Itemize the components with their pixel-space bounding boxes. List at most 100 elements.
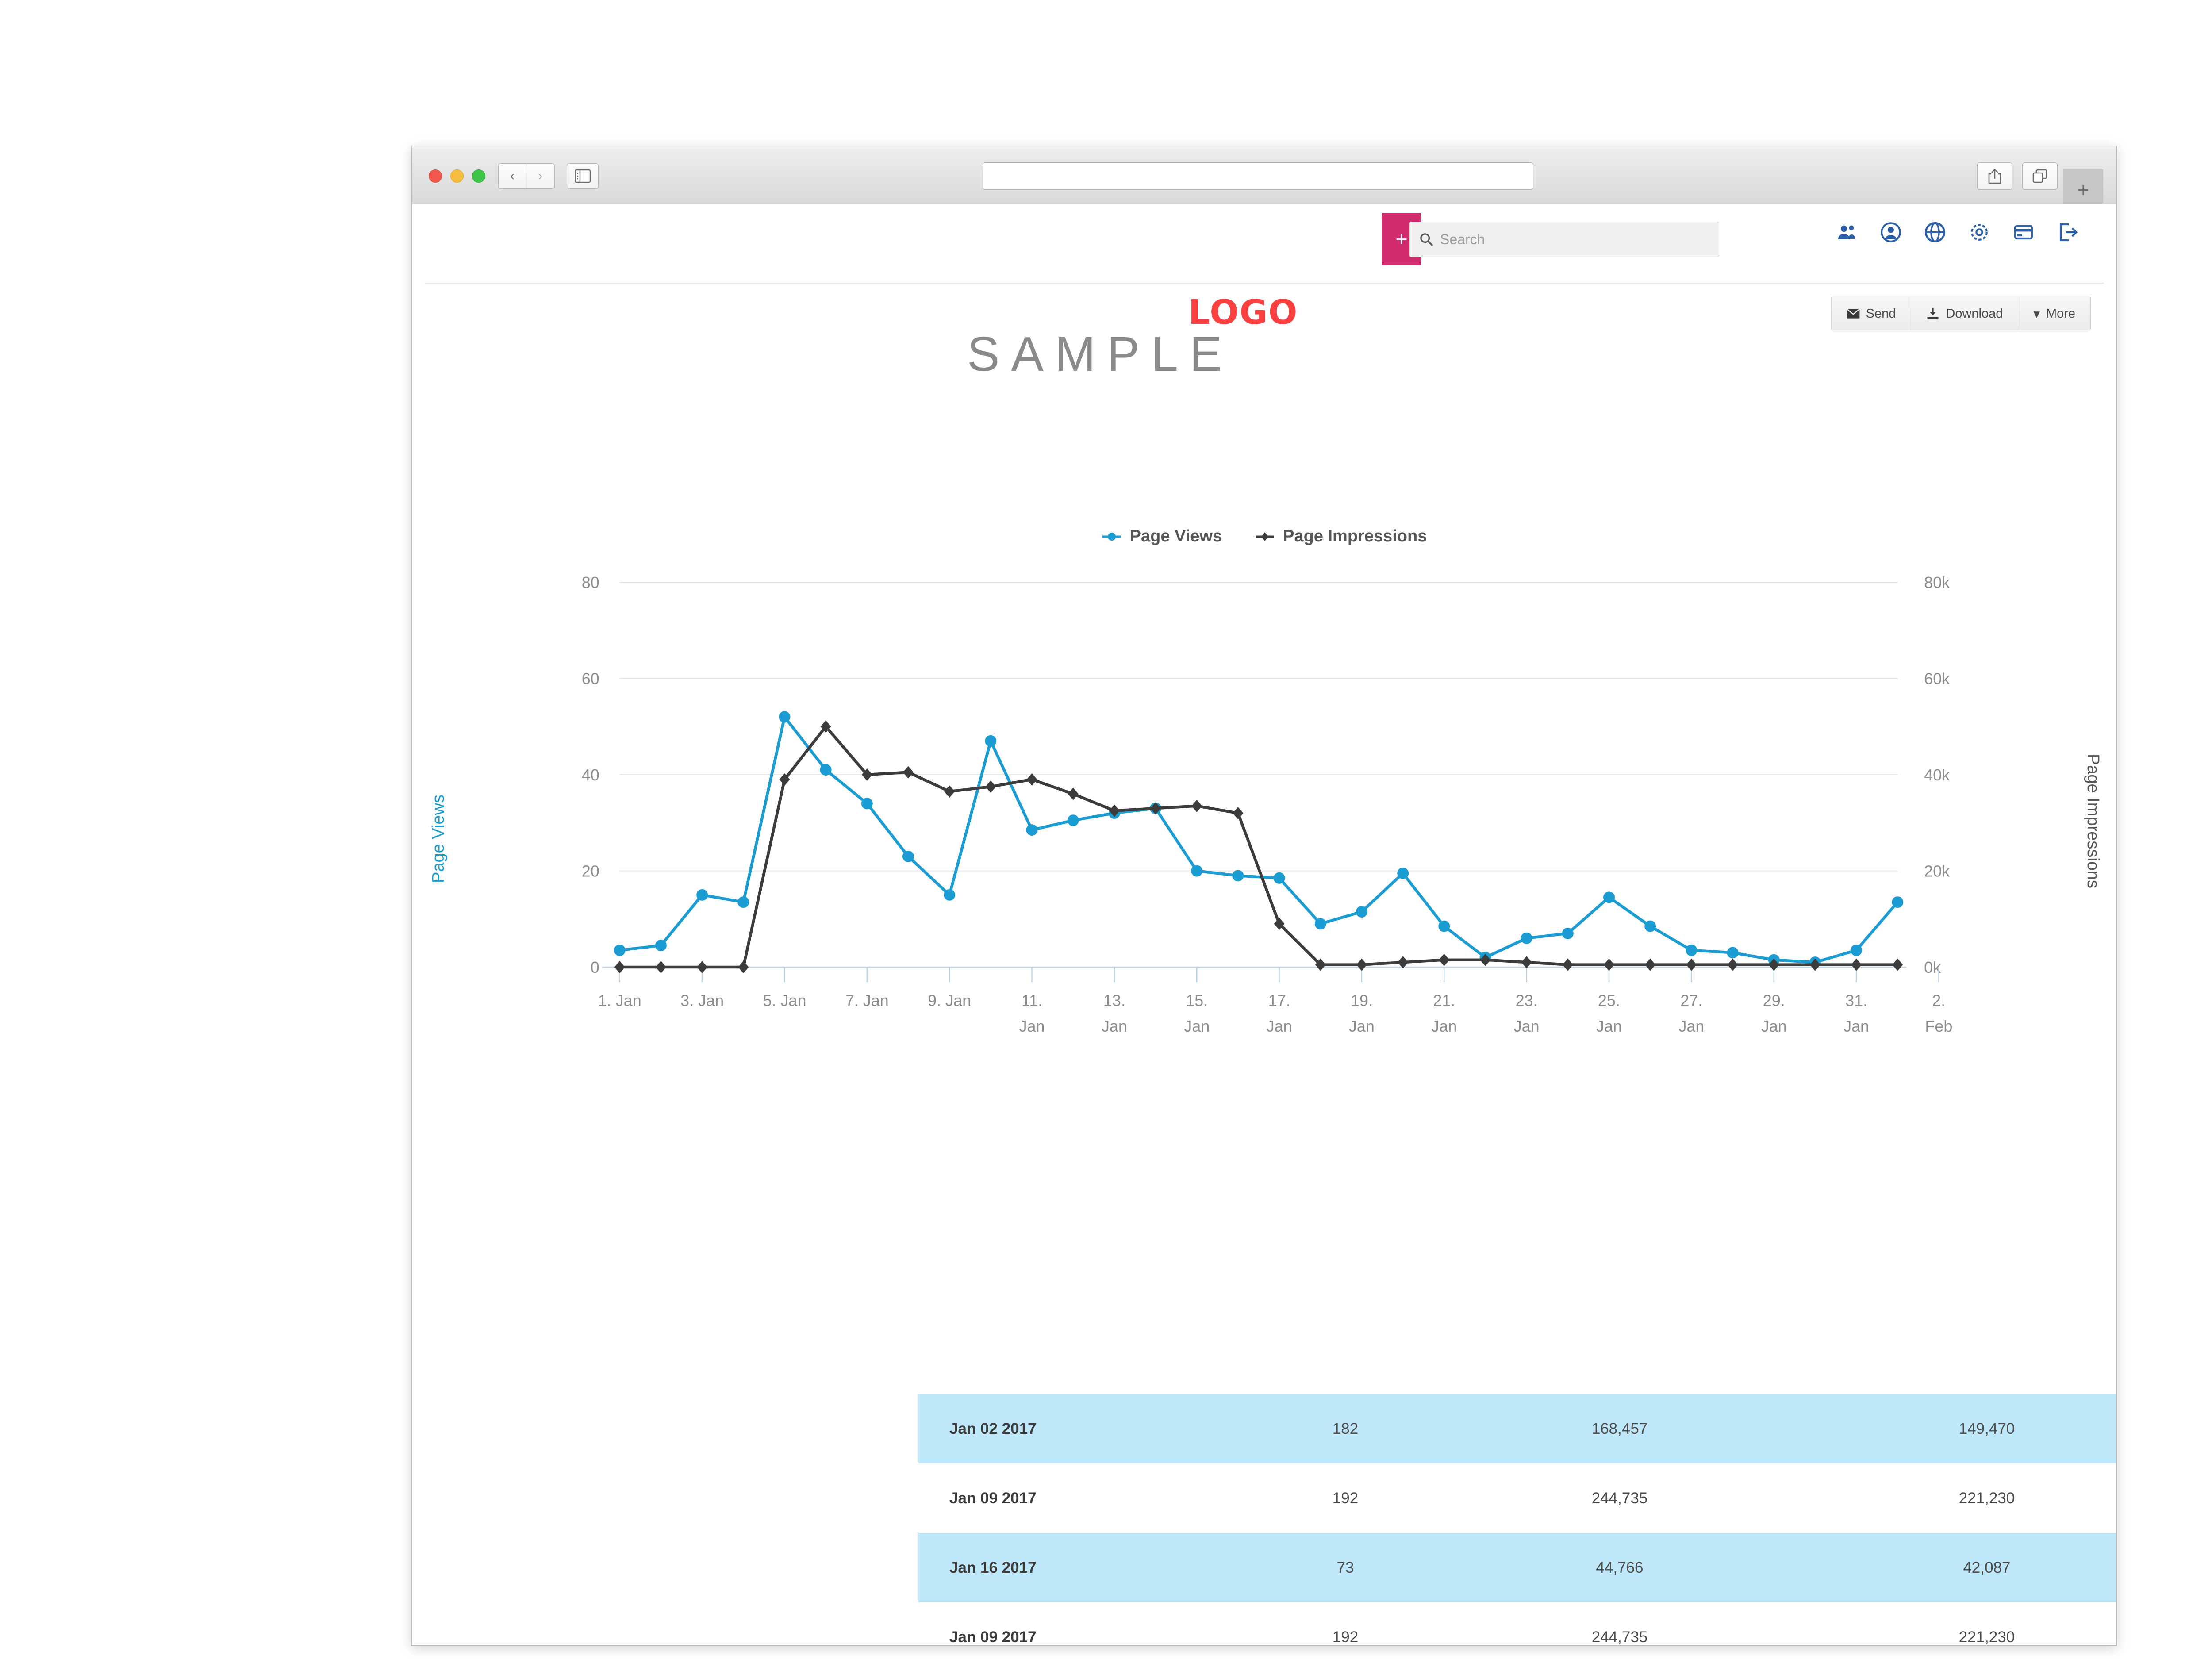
table-row[interactable]: Jan 09 2017192244,735221,230121 xyxy=(918,1602,2116,1646)
table-cell-v1: 73 xyxy=(1336,1559,1354,1576)
logout-icon[interactable] xyxy=(2057,222,2078,243)
share-button[interactable] xyxy=(1977,162,2012,190)
window-maximize-button[interactable] xyxy=(472,169,485,183)
chart-gridlines xyxy=(619,582,1898,968)
svg-text:0: 0 xyxy=(591,958,599,976)
chevron-right-icon: › xyxy=(538,169,543,183)
svg-text:60k: 60k xyxy=(1924,669,1950,687)
users-icon[interactable] xyxy=(1836,222,1857,243)
table-cell-v3: 149,470 xyxy=(1959,1420,2015,1437)
table-cell-v2: 44,766 xyxy=(1596,1559,1644,1576)
svg-text:80: 80 xyxy=(582,573,599,591)
svg-text:Jan: Jan xyxy=(1184,1017,1210,1035)
table-cell-date: Jan 09 2017 xyxy=(949,1628,1037,1646)
svg-text:1. Jan: 1. Jan xyxy=(598,991,641,1010)
svg-text:25.: 25. xyxy=(1598,991,1620,1010)
table-row[interactable]: Jan 09 2017192244,735221,230121 xyxy=(918,1463,2116,1533)
svg-text:5. Jan: 5. Jan xyxy=(763,991,806,1010)
sample-word: SAMPLE xyxy=(967,327,1234,381)
chart-legend: Page Views Page Impressions xyxy=(412,527,2116,546)
table-row[interactable]: Jan 02 2017182168,457149,470100 xyxy=(918,1394,2116,1463)
chart-series-group xyxy=(614,711,1904,973)
window-close-button[interactable] xyxy=(429,169,442,183)
svg-text:2.: 2. xyxy=(1932,991,1945,1010)
svg-text:Jan: Jan xyxy=(1102,1017,1127,1035)
app-navbar: + Search xyxy=(424,204,2104,284)
svg-text:21.: 21. xyxy=(1433,991,1455,1010)
chart-y-axis-ticks: 0 20 40 60 80 xyxy=(582,573,599,976)
table-cell-v3: 221,230 xyxy=(1959,1489,2015,1507)
nav-icon-group xyxy=(1836,222,2078,243)
search-placeholder: Search xyxy=(1440,231,1485,247)
svg-text:Jan: Jan xyxy=(1843,1017,1869,1035)
sample-logo: LOGO SAMPLE xyxy=(967,284,1312,417)
svg-text:9. Jan: 9. Jan xyxy=(928,991,971,1010)
browser-window: ‹ › + + Search Send Download ▾ More LOGO… xyxy=(411,146,2117,1646)
svg-text:40: 40 xyxy=(582,766,599,784)
back-button[interactable]: ‹ xyxy=(498,163,526,189)
svg-text:Jan: Jan xyxy=(1431,1017,1457,1035)
svg-text:11.: 11. xyxy=(1022,991,1042,1010)
svg-text:Jan: Jan xyxy=(1761,1017,1787,1035)
chart-y2-axis-label: Page Impressions xyxy=(2084,754,2102,888)
sidebar-toggle-button[interactable] xyxy=(567,163,599,189)
table-cell-v2: 168,457 xyxy=(1591,1420,1648,1437)
address-bar[interactable] xyxy=(983,162,1533,190)
svg-text:3. Jan: 3. Jan xyxy=(680,991,724,1010)
chart-x-axis-ticks: 1. Jan 3. Jan 5. Jan 7. Jan 9. Jan 11. Jan 13. J… xyxy=(598,967,1952,1035)
legend-item-page-impressions[interactable]: Page Impressions xyxy=(1255,527,1427,546)
table-cell-v2: 244,735 xyxy=(1591,1489,1648,1507)
svg-text:Jan: Jan xyxy=(1678,1017,1704,1035)
table-row[interactable]: Jan 16 20177344,76642,08754 xyxy=(918,1533,2116,1602)
chart-block: Page Views Page Impressions 0 20 40 60 80 0k… xyxy=(412,496,2116,1120)
svg-text:Jan: Jan xyxy=(1019,1017,1045,1035)
svg-text:Jan: Jan xyxy=(1596,1017,1622,1035)
window-minimize-button[interactable] xyxy=(450,169,464,183)
table-cell-v1: 182 xyxy=(1332,1420,1359,1437)
legend-item-page-views[interactable]: Page Views xyxy=(1102,527,1222,546)
svg-text:40k: 40k xyxy=(1924,766,1950,784)
sidebar-icon xyxy=(575,169,591,183)
svg-text:31.: 31. xyxy=(1845,991,1867,1010)
plus-icon: + xyxy=(2077,178,2089,201)
settings-gear-icon[interactable] xyxy=(1969,222,1990,243)
svg-text:20k: 20k xyxy=(1924,862,1950,880)
svg-text:19.: 19. xyxy=(1351,991,1373,1010)
show-tabs-button[interactable] xyxy=(2022,162,2058,190)
line-chart: 020406080 0k20k40k60k80k 1. Jan 3. Jan 5. … xyxy=(429,573,2102,1035)
data-table: Jan 02 2017182168,457149,470100Jan 09 20… xyxy=(918,1394,2116,1645)
table-cell-v3: 42,087 xyxy=(1963,1559,2011,1576)
tabs-icon xyxy=(2032,169,2047,183)
svg-text:27.: 27. xyxy=(1680,991,1702,1010)
table-cell-date: Jan 16 2017 xyxy=(949,1559,1037,1576)
account-icon[interactable] xyxy=(1880,222,1901,243)
svg-text:17.: 17. xyxy=(1268,991,1290,1010)
svg-text:Jan: Jan xyxy=(1267,1017,1292,1035)
chart-y-axis-label: Page Views xyxy=(429,795,448,883)
svg-text:60: 60 xyxy=(582,669,599,687)
legend-marker-diamond-icon xyxy=(1256,532,1275,541)
page-content: + Search Send Download ▾ More LOGO SAMPL… xyxy=(412,204,2116,1645)
table-cell-v3: 221,230 xyxy=(1959,1628,2015,1646)
search-input[interactable]: Search xyxy=(1409,222,1719,257)
forward-button[interactable]: › xyxy=(526,163,555,189)
svg-text:29.: 29. xyxy=(1763,991,1785,1010)
table-cell-date: Jan 02 2017 xyxy=(949,1420,1037,1437)
svg-text:20: 20 xyxy=(582,862,599,880)
chart-y2-axis-ticks: 0k20k40k60k80k xyxy=(1924,573,1950,976)
plus-icon: + xyxy=(1395,227,1408,250)
card-icon[interactable] xyxy=(2013,222,2034,243)
legend-label-page-impressions: Page Impressions xyxy=(1283,527,1427,545)
help-globe-icon[interactable] xyxy=(1924,222,1946,243)
svg-text:Jan: Jan xyxy=(1514,1017,1540,1035)
table-cell-v2: 244,735 xyxy=(1591,1628,1648,1646)
table-cell-date: Jan 09 2017 xyxy=(949,1489,1037,1507)
svg-text:Feb: Feb xyxy=(1925,1017,1952,1035)
svg-text:Jan: Jan xyxy=(1349,1017,1375,1035)
svg-text:13.: 13. xyxy=(1103,991,1125,1010)
share-icon xyxy=(1988,169,2001,184)
legend-label-page-views: Page Views xyxy=(1129,527,1222,545)
search-icon xyxy=(1420,233,1433,246)
report-header: LOGO SAMPLE xyxy=(412,284,2116,496)
svg-text:80k: 80k xyxy=(1924,573,1950,591)
